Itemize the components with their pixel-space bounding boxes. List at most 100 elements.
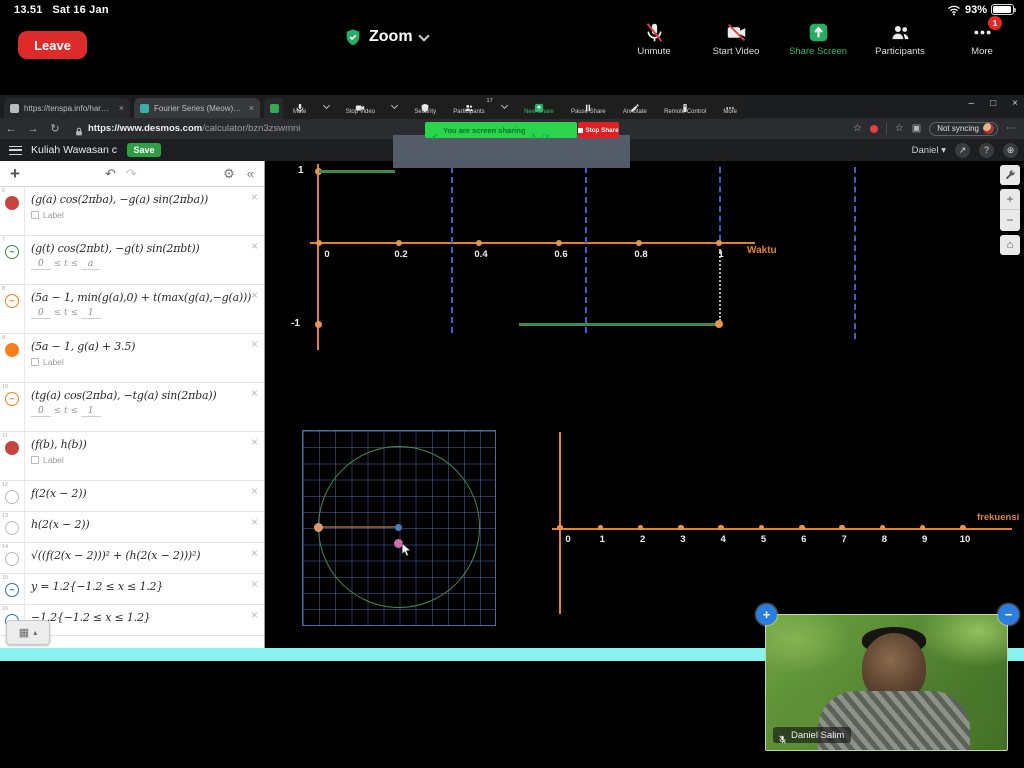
expression-row[interactable]: 10~(tg(a) cos(2πba), −tg(a) sin(2πba))0 … <box>0 383 264 432</box>
delete-expression-icon[interactable]: × <box>251 435 258 449</box>
remote-control-button[interactable]: Remote Control <box>664 100 706 116</box>
expression-content[interactable]: y = 1.2{−1.2 ≤ x ≤ 1.2} <box>25 574 264 604</box>
circle-center-point[interactable] <box>395 524 402 531</box>
more-button[interactable]: More1 <box>948 22 1016 57</box>
expression-row[interactable]: 8~(5a − 1, min(g(a),0) + t(max(g(a),−g(a… <box>0 285 264 334</box>
minimize-button[interactable]: – <box>969 98 975 109</box>
hidden-plot-icon[interactable] <box>5 521 19 535</box>
point-plot-icon[interactable] <box>5 196 19 210</box>
expression-content[interactable]: (tg(a) cos(2πba), −tg(a) sin(2πba))0 ≤ t… <box>25 383 264 431</box>
extensions-icon[interactable]: ▣ <box>912 123 921 134</box>
collapse-panel-button[interactable]: « <box>247 166 254 182</box>
pause-share-button[interactable]: Pause Share <box>571 100 606 116</box>
participant-video-tile[interactable]: Daniel Salim <box>765 614 1008 751</box>
annotation-zoom-out-button[interactable]: − <box>998 604 1019 625</box>
constraint-lower[interactable]: 0 <box>31 308 51 319</box>
delete-expression-icon[interactable]: × <box>251 386 258 400</box>
more-button[interactable]: More <box>723 100 737 116</box>
expression-content[interactable]: √((f(2(x − 2)))² + (h(2(x − 2)))²) <box>25 543 264 573</box>
annotate-button[interactable]: Annotate <box>623 100 647 116</box>
graph-settings-gear-icon[interactable]: ⚙ <box>223 166 235 182</box>
graph-canvas[interactable]: 1 -1 Waktu 00.20.40.60.81 frekuensi 0123… <box>265 161 1024 648</box>
tab-close-icon[interactable]: × <box>119 103 124 113</box>
share-screen-button[interactable]: Share Screen <box>784 22 852 57</box>
expression-content[interactable]: (g(a) cos(2πba), −g(a) sin(2πba))Label <box>25 187 264 235</box>
graph-settings-wrench-button[interactable] <box>1000 165 1020 185</box>
label-checkbox[interactable] <box>31 211 39 219</box>
expression-content[interactable]: (f(b), h(b))Label <box>25 432 264 480</box>
participants-button[interactable]: Participants <box>866 22 934 57</box>
recording-indicator-icon[interactable] <box>870 125 878 133</box>
expression-content[interactable]: (5a − 1, min(g(a),0) + t(max(g(a),−g(a))… <box>25 285 264 333</box>
expression-row[interactable]: 12f(2(x − 2))× <box>0 481 264 512</box>
annotation-zoom-in-button[interactable]: + <box>756 604 777 625</box>
browser-menu-icon[interactable]: ⋯ <box>1006 123 1016 134</box>
expression-row[interactable]: 6(g(a) cos(2πba), −g(a) sin(2πba))Label× <box>0 187 264 236</box>
expression-icon-cell[interactable]: 14 <box>0 543 25 573</box>
point-0-neg1[interactable] <box>315 321 322 328</box>
expression-content[interactable]: (g(t) cos(2πbt), −g(t) sin(2πbt))0 ≤ t ≤… <box>25 236 264 284</box>
curve-plot-icon[interactable]: ~ <box>5 245 19 259</box>
curve-plot-icon[interactable]: ~ <box>5 294 19 308</box>
domain-constraint[interactable]: 0 ≤ t ≤ a <box>31 259 260 269</box>
delete-expression-icon[interactable]: × <box>251 577 258 591</box>
language-globe-icon[interactable]: ⊕ <box>1003 143 1018 158</box>
delete-expression-icon[interactable]: × <box>251 239 258 253</box>
expression-row[interactable]: 15~y = 1.2{−1.2 ≤ x ≤ 1.2}× <box>0 574 264 605</box>
browser-tab-1[interactable]: https://tenspa.info/harmonics-c× <box>4 98 130 118</box>
security-button[interactable]: Security <box>414 100 436 116</box>
point-plot-icon[interactable] <box>5 441 19 455</box>
redo-button[interactable]: ↷ <box>126 166 137 182</box>
close-button[interactable]: × <box>1012 98 1018 109</box>
expression-icon-cell[interactable]: 8~ <box>0 285 25 333</box>
delete-expression-icon[interactable]: × <box>251 515 258 529</box>
delete-expression-icon[interactable]: × <box>251 288 258 302</box>
browser-tab-2[interactable]: Fourier Series (Meow) and Maki× <box>134 98 260 118</box>
circle-left-point[interactable] <box>314 523 323 532</box>
unmute-button[interactable]: Unmute <box>620 22 688 57</box>
hidden-plot-icon[interactable] <box>5 490 19 504</box>
constraint-lower[interactable]: 0 <box>31 259 51 270</box>
expression-content[interactable]: f(2(x − 2)) <box>25 481 264 511</box>
zoom-in-button[interactable]: + <box>1000 189 1020 210</box>
bookmark-star-icon[interactable]: ☆ <box>853 123 862 134</box>
start-video-button[interactable]: Start Video <box>702 22 770 57</box>
new-share-button[interactable]: New Share <box>524 100 554 116</box>
participants-button[interactable]: Participants17 <box>453 100 484 116</box>
tab-close-icon[interactable]: × <box>249 103 254 113</box>
stop-share-button[interactable]: Stop Share <box>578 122 619 138</box>
curve-plot-icon[interactable]: ~ <box>5 392 19 406</box>
mute-button[interactable]: Mute <box>293 100 306 116</box>
undo-button[interactable]: ↶ <box>105 166 116 182</box>
chevron-down-icon[interactable] <box>323 102 330 109</box>
add-expression-button[interactable]: + <box>10 164 20 184</box>
label-checkbox[interactable] <box>31 456 39 464</box>
hidden-plot-icon[interactable] <box>5 552 19 566</box>
reload-button[interactable]: ↻ <box>44 122 66 135</box>
back-button[interactable]: ← <box>0 123 22 135</box>
expression-icon-cell[interactable]: 11 <box>0 432 25 480</box>
extension-star-icon[interactable]: ☆ <box>895 123 904 134</box>
account-menu[interactable]: Daniel ▾ <box>912 145 946 156</box>
expression-row[interactable]: 13h(2(x − 2))× <box>0 512 264 543</box>
leave-button[interactable]: Leave <box>18 31 87 59</box>
delete-expression-icon[interactable]: × <box>251 608 258 622</box>
curve-plot-icon[interactable]: ~ <box>5 583 19 597</box>
expression-icon-cell[interactable]: 13 <box>0 512 25 542</box>
chevron-down-icon[interactable] <box>501 102 508 109</box>
url-text[interactable]: https://www.desmos.com/calculator/bzn3zs… <box>88 123 300 134</box>
delete-expression-icon[interactable]: × <box>251 484 258 498</box>
zoom-out-button[interactable]: − <box>1000 210 1020 230</box>
expression-icon-cell[interactable]: 6 <box>0 187 25 235</box>
menu-hamburger-icon[interactable] <box>9 146 22 155</box>
stop-video-button[interactable]: Stop Video <box>346 100 375 116</box>
expression-row[interactable]: 9(5a − 1, g(a) + 3.5)Label× <box>0 334 264 383</box>
point-plot-icon[interactable] <box>5 343 19 357</box>
delete-expression-icon[interactable]: × <box>251 190 258 204</box>
expression-row[interactable]: 7~(g(t) cos(2πbt), −g(t) sin(2πbt))0 ≤ t… <box>0 236 264 285</box>
expression-icon-cell[interactable]: 15~ <box>0 574 25 604</box>
graph-title[interactable]: Kuliah Wawasan c <box>31 144 117 156</box>
meeting-title[interactable]: Zoom <box>344 28 428 46</box>
maximize-button[interactable]: □ <box>990 98 996 109</box>
sync-status-button[interactable]: Not syncing <box>929 122 998 136</box>
